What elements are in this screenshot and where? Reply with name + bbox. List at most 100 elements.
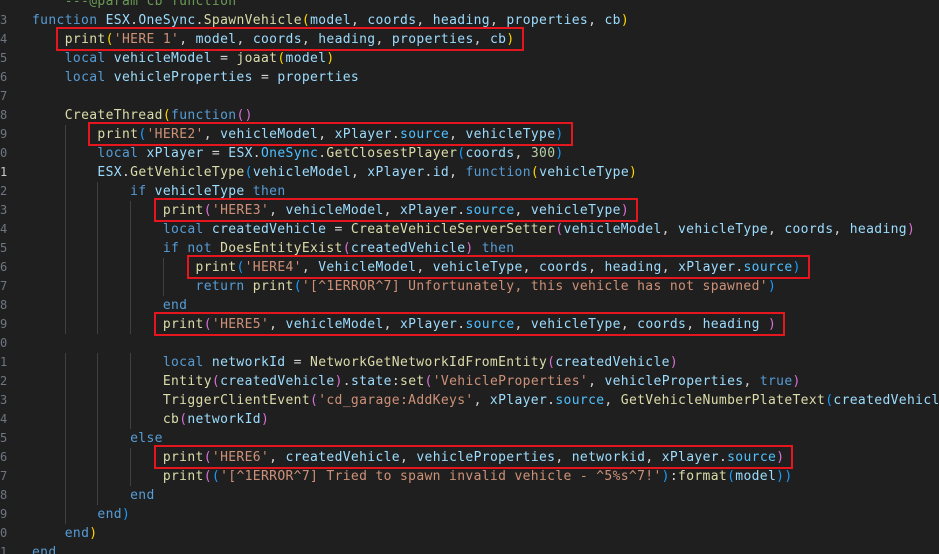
code-text: ESX.GetVehicleType(vehicleModel, xPlayer… [32, 163, 637, 182]
code-token: cb [490, 32, 507, 47]
code-token: vehicleType [530, 317, 621, 332]
code-token: then [244, 184, 286, 199]
code-token: ( [424, 374, 433, 389]
code-token: xPlayer [367, 165, 425, 180]
code-token: 'HERE3' [211, 203, 270, 218]
code-line[interactable]: ---@param cb function [0, 0, 939, 11]
code-token: coords [252, 32, 302, 47]
code-line[interactable]: 7 print(('[^1ERROR^7] Tried to spawn inv… [0, 467, 939, 486]
line-number: 6 [0, 70, 8, 84]
code-token: 'HERE2' [146, 127, 204, 142]
code-text: end [32, 543, 57, 554]
code-token: coords [367, 13, 417, 28]
code-token: vehicleProperties [113, 70, 253, 85]
line-number: 2 [0, 184, 8, 198]
code-line[interactable]: 1 local networkId = NetworkGetNetworkIdF… [0, 353, 939, 372]
code-token: . [424, 165, 433, 180]
code-token: ESX [228, 146, 253, 161]
code-line[interactable]: 3 TriggerClientEvent('cd_garage:AddKeys'… [0, 391, 939, 410]
code-text: function ESX.OneSync.SpawnVehicle(model,… [32, 11, 629, 30]
code-line[interactable]: 5 if not DoesEntityExist(createdVehicle)… [0, 239, 939, 258]
code-token: ) [260, 412, 270, 427]
code-token: true [759, 374, 793, 389]
code-line[interactable]: 1 end [0, 543, 939, 554]
code-token: ---@param cb function [32, 0, 237, 9]
code-token: coords [465, 146, 515, 161]
code-token: model [285, 51, 327, 66]
code-token: = [326, 222, 351, 237]
code-token: . [195, 13, 204, 28]
code-token: vehicleType [465, 127, 556, 142]
line-number: 6 [0, 450, 8, 464]
code-line[interactable]: 9 print('HERE5', vehicleModel, xPlayer.s… [0, 315, 939, 334]
code-token: print [162, 469, 204, 484]
code-token: end [32, 545, 57, 554]
line-number: 7 [0, 89, 8, 103]
code-line[interactable]: 2 Entity(createdVehicle).state:set('Vehi… [0, 372, 939, 391]
code-token: , [301, 260, 319, 275]
code-token: function [171, 108, 237, 123]
code-token: OneSync [260, 146, 319, 161]
code-token: 'HERE 1' [113, 32, 180, 47]
code-token: print [162, 203, 204, 218]
code-token: heading [432, 13, 490, 28]
code-token: , [743, 374, 760, 389]
code-line[interactable]: 5 else [0, 429, 939, 448]
code-token: , [620, 317, 638, 332]
code-line[interactable]: 7 return print('[^1ERROR^7] Unfortunatel… [0, 277, 939, 296]
code-token: ) [555, 146, 564, 161]
code-line[interactable]: 1 ESX.GetVehicleType(vehicleModel, xPlay… [0, 163, 939, 182]
code-token: ) [776, 450, 785, 465]
code-line[interactable]: 0 local xPlayer = ESX.OneSync.GetClosest… [0, 144, 939, 163]
code-token: , [588, 13, 605, 28]
code-token: createdVehicle [211, 222, 327, 237]
code-token: model [310, 13, 351, 28]
code-line[interactable]: 9 print('HERE2', vehicleModel, xPlayer.s… [0, 125, 939, 144]
code-line[interactable]: 4 print('HERE 1', model, coords, heading… [0, 30, 939, 49]
code-text: local networkId = NetworkGetNetworkIdFro… [32, 353, 678, 372]
code-token: state [350, 374, 392, 389]
code-token: . [391, 127, 401, 142]
code-line[interactable]: 6 print('HERE4', VehicleModel, vehicleTy… [0, 258, 939, 277]
code-line[interactable]: 0 end) [0, 524, 939, 543]
code-line[interactable]: 8 end [0, 486, 939, 505]
code-line[interactable]: 7 [0, 87, 939, 106]
code-token: ) [555, 127, 564, 142]
code-line[interactable]: 0 [0, 334, 939, 353]
code-token: end [162, 298, 188, 313]
code-token: , [489, 13, 507, 28]
code-line[interactable]: 6 print('HERE6', createdVehicle, vehicle… [0, 448, 939, 467]
code-line[interactable]: 4 cb(networkId) [0, 410, 939, 429]
code-text: print('HERE4', VehicleModel, vehicleType… [32, 258, 801, 277]
code-token: . [342, 374, 351, 389]
code-token: ( [162, 108, 172, 123]
code-line[interactable]: 8 CreateThread(function() [0, 106, 939, 125]
code-line[interactable]: 6 local vehicleProperties = properties [0, 68, 939, 87]
code-token: return [195, 279, 253, 294]
code-line[interactable]: 9 end) [0, 505, 939, 524]
code-token: ( [203, 469, 212, 484]
code-editor[interactable]: ---@param cb function 3 function ESX.OneSy… [0, 0, 939, 554]
code-token: local [64, 70, 114, 85]
code-line[interactable]: 5 local vehicleModel = joaat(model) [0, 49, 939, 68]
code-line[interactable]: 4 local createdVehicle = CreateVehicleSe… [0, 220, 939, 239]
code-token: xPlayer [400, 317, 458, 332]
code-text: return print('[^1ERROR^7] Unfortunately,… [32, 277, 776, 296]
code-token: = [285, 355, 311, 370]
code-text: else [32, 429, 163, 448]
code-line[interactable]: 3 print('HERE3', vehicleModel, xPlayer.s… [0, 201, 939, 220]
code-line[interactable]: 2 if vehicleType then [0, 182, 939, 201]
code-token: ) [629, 165, 638, 180]
code-line[interactable]: 3 function ESX.OneSync.SpawnVehicle(model… [0, 11, 939, 30]
code-line[interactable]: 8 end [0, 296, 939, 315]
line-number: 0 [0, 526, 8, 540]
code-token: : [669, 469, 679, 484]
line-number: 9 [0, 127, 8, 141]
